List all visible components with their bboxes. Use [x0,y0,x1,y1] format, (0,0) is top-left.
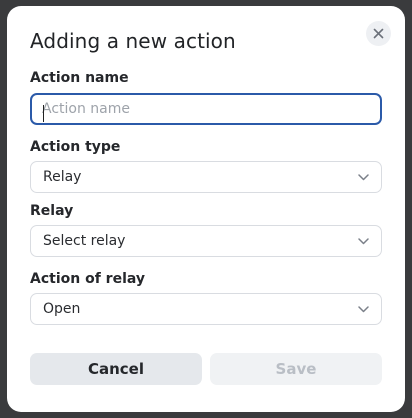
action-of-relay-select[interactable]: Open [30,293,382,325]
action-of-relay-value: Open [43,301,81,317]
close-button[interactable] [366,21,391,46]
add-action-dialog: Adding a new action Action name Action t… [7,6,405,412]
cancel-button[interactable]: Cancel [30,353,202,385]
action-of-relay-label: Action of relay [30,271,146,287]
chevron-down-icon [357,235,369,247]
action-type-label: Action type [30,139,121,155]
dialog-title: Adding a new action [30,29,236,53]
relay-value: Select relay [43,233,126,249]
relay-select[interactable]: Select relay [30,225,382,257]
action-type-value: Relay [43,169,82,185]
relay-label: Relay [30,203,74,219]
chevron-down-icon [357,303,369,315]
save-button[interactable]: Save [210,353,382,385]
action-name-label: Action name [30,70,129,86]
chevron-down-icon [357,171,369,183]
action-type-select[interactable]: Relay [30,161,382,193]
text-caret [43,105,44,122]
close-icon [373,28,384,39]
action-name-input[interactable] [30,93,382,125]
